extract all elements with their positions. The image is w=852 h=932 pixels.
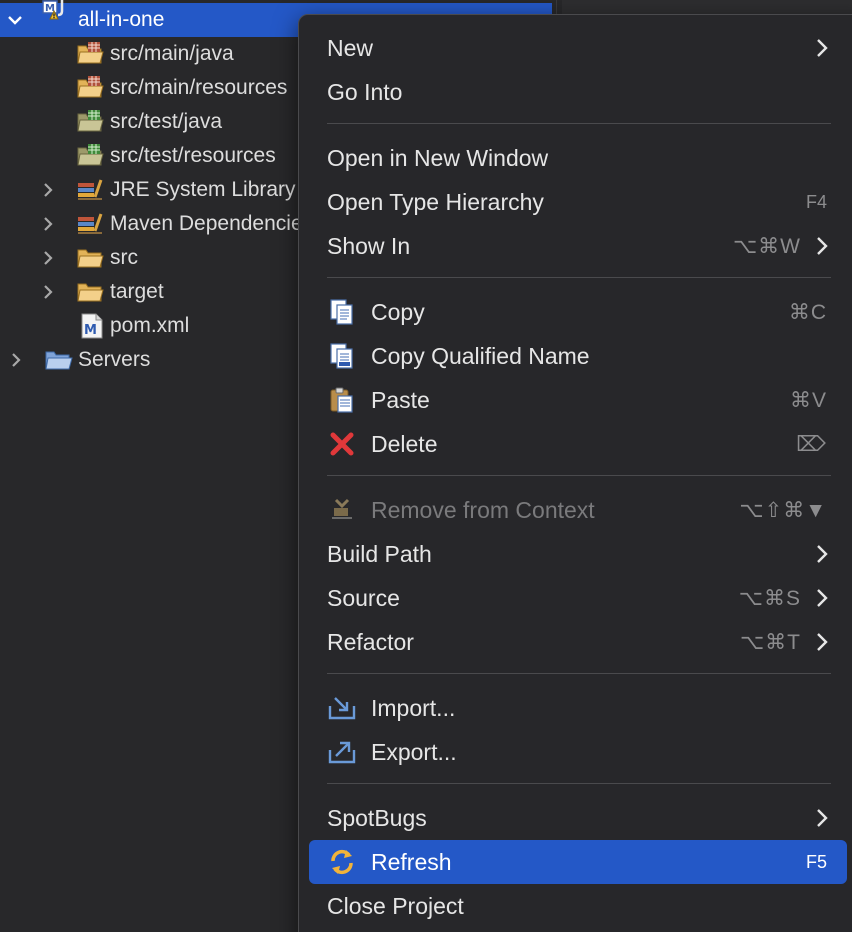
menu-separator <box>327 783 831 784</box>
menu-item-delete[interactable]: Delete ⌦ <box>309 422 847 466</box>
menu-item-refresh[interactable]: Refresh F5 <box>309 840 847 884</box>
menu-item-export[interactable]: Export... <box>309 730 847 774</box>
menu-item-open-type-hierarchy[interactable]: Open Type Hierarchy F4 <box>309 180 847 224</box>
menu-item-label: Source <box>327 584 400 611</box>
chevron-right-icon <box>815 587 829 609</box>
menu-item-new[interactable]: New <box>309 26 847 70</box>
tree-item-label: Servers <box>78 348 151 371</box>
folder-icon <box>76 245 104 271</box>
copy-qualified-name-icon <box>327 341 357 371</box>
menu-item-spotbugs[interactable]: SpotBugs <box>309 796 847 840</box>
maven-project-warning-icon: M <box>40 0 68 23</box>
menu-item-go-into[interactable]: Go Into <box>309 70 847 114</box>
menu-item-label: Import... <box>371 694 456 721</box>
context-menu: New Go Into Open in New Window Open Type… <box>298 14 852 932</box>
copy-icon <box>327 297 357 327</box>
chevron-right-icon[interactable] <box>6 350 26 370</box>
menu-item-label: SpotBugs <box>327 804 427 831</box>
menu-item-label: Copy Qualified Name <box>371 342 590 369</box>
menu-item-label: Copy <box>371 298 425 325</box>
chevron-right-icon[interactable] <box>38 282 58 302</box>
tree-item-label: src/main/java <box>110 42 234 65</box>
menu-item-label: Paste <box>371 386 430 413</box>
menu-item-label: Close Project <box>327 892 464 919</box>
menu-shortcut: ⌥⌘S <box>738 586 801 610</box>
menu-item-label: New <box>327 34 374 61</box>
source-folder-icon <box>76 41 104 67</box>
tree-item-label: pom.xml <box>110 314 190 337</box>
tree-item-label: src/main/resources <box>110 76 288 99</box>
menu-item-remove-from-context[interactable]: Remove from Context ⌥⇧⌘▼ <box>309 488 847 532</box>
chevron-right-icon <box>815 37 829 59</box>
tree-item-label: src <box>110 246 138 269</box>
menu-item-label: Refactor <box>327 628 414 655</box>
import-icon <box>327 693 357 723</box>
eclipse-workspace: M all-in-one src/main/java src/main/reso… <box>0 0 852 932</box>
menu-item-label: Open in New Window <box>327 144 549 171</box>
tree-item-label: target <box>110 280 164 303</box>
library-icon <box>76 211 104 237</box>
menu-item-open-in-new-window[interactable]: Open in New Window <box>309 136 847 180</box>
menu-item-paste[interactable]: Paste ⌘V <box>309 378 847 422</box>
chevron-down-icon[interactable] <box>5 10 25 30</box>
menu-item-label: Open Type Hierarchy <box>327 188 544 215</box>
source-folder-icon <box>76 75 104 101</box>
menu-shortcut: ⌘C <box>788 300 827 324</box>
menu-shortcut: F4 <box>805 191 827 212</box>
test-source-folder-icon <box>76 143 104 169</box>
remove-from-context-icon <box>327 495 357 525</box>
paste-icon <box>327 385 357 415</box>
menu-separator <box>327 673 831 674</box>
delete-icon <box>327 429 357 459</box>
refresh-icon <box>327 847 357 877</box>
menu-item-build-path[interactable]: Build Path <box>309 532 847 576</box>
folder-icon <box>44 347 73 373</box>
chevron-right-icon <box>815 235 829 257</box>
tree-item-label: JRE System Library <box>110 178 296 201</box>
menu-shortcut: ⌦ <box>796 432 827 456</box>
menu-shortcut: F5 <box>805 851 827 872</box>
tree-item-label: src/test/java <box>110 110 223 133</box>
menu-shortcut: ⌥⇧⌘▼ <box>739 498 827 522</box>
test-source-folder-icon <box>76 109 104 135</box>
menu-item-label: Show In <box>327 232 411 259</box>
menu-item-label: Go Into <box>327 78 403 105</box>
tree-item-label: Maven Dependencies <box>110 212 314 235</box>
chevron-right-icon <box>815 807 829 829</box>
menu-item-copy-qualified-name[interactable]: Copy Qualified Name <box>309 334 847 378</box>
folder-icon <box>76 279 104 305</box>
export-icon <box>327 737 357 767</box>
tree-item-label: all-in-one <box>78 8 165 31</box>
chevron-right-icon <box>815 543 829 565</box>
chevron-right-icon[interactable] <box>38 180 58 200</box>
menu-item-copy[interactable]: Copy ⌘C <box>309 290 847 334</box>
maven-pom-icon: M <box>80 313 108 339</box>
tree-item-label: src/test/resources <box>110 144 276 167</box>
menu-item-label: Export... <box>371 738 457 765</box>
menu-item-close-project[interactable]: Close Project <box>309 884 847 928</box>
chevron-right-icon <box>815 631 829 653</box>
menu-item-label: Build Path <box>327 540 432 567</box>
menu-item-show-in[interactable]: Show In ⌥⌘W <box>309 224 847 268</box>
menu-item-refactor[interactable]: Refactor ⌥⌘T <box>309 620 847 664</box>
menu-separator <box>327 475 831 476</box>
menu-item-source[interactable]: Source ⌥⌘S <box>309 576 847 620</box>
menu-separator <box>327 277 831 278</box>
menu-item-label: Refresh <box>371 848 452 875</box>
menu-item-label: Remove from Context <box>371 496 595 523</box>
library-icon <box>76 177 104 203</box>
svg-text:M: M <box>84 323 97 338</box>
menu-item-import[interactable]: Import... <box>309 686 847 730</box>
menu-shortcut: ⌘V <box>789 388 827 412</box>
menu-shortcut: ⌥⌘T <box>739 630 801 654</box>
chevron-right-icon[interactable] <box>38 214 58 234</box>
menu-separator <box>327 123 831 124</box>
chevron-right-icon[interactable] <box>38 248 58 268</box>
menu-item-label: Delete <box>371 430 438 457</box>
menu-shortcut: ⌥⌘W <box>732 234 801 258</box>
